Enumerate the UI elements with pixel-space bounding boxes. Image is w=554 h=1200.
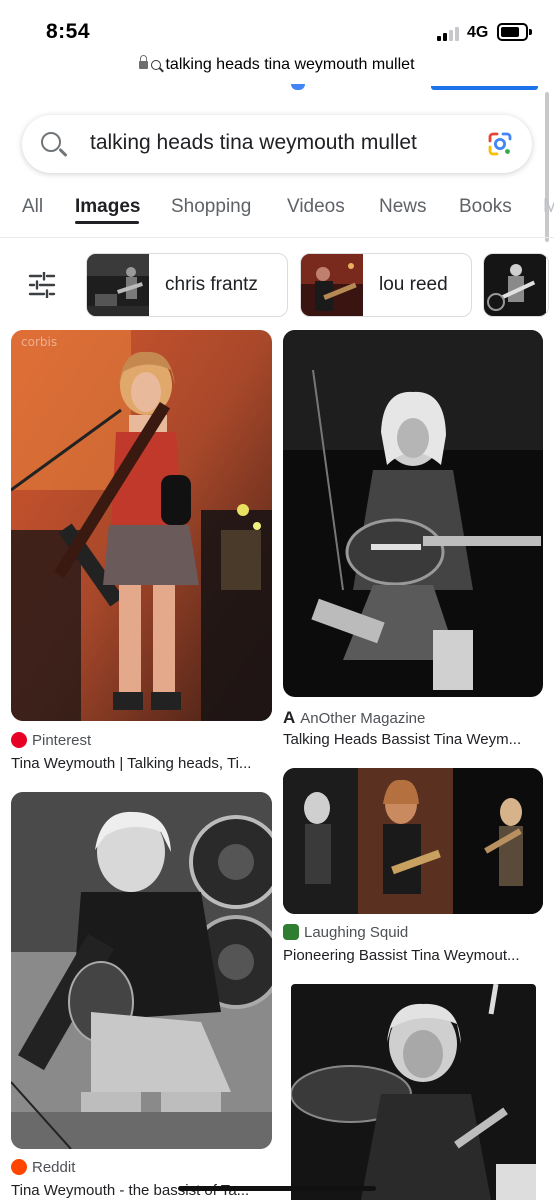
- search-box[interactable]: talking heads tina weymouth mullet: [22, 115, 532, 173]
- reddit-icon: [11, 1159, 27, 1175]
- search-input[interactable]: talking heads tina weymouth mullet: [90, 131, 417, 155]
- lock-icon: [139, 55, 149, 69]
- chip-label: chris frantz: [165, 274, 258, 295]
- browser-url-bar[interactable]: talking heads tina weymouth mullet: [0, 55, 554, 86]
- tab-videos[interactable]: Videos: [287, 196, 345, 218]
- result-photo: corbis: [11, 330, 272, 721]
- result-title-4[interactable]: Pioneering Bassist Tina Weymout...: [283, 947, 535, 964]
- laughing-squid-icon: [283, 924, 299, 940]
- search-small-icon: [151, 60, 162, 70]
- chip-lou-reed[interactable]: lou reed: [300, 253, 472, 317]
- home-indicator[interactable]: [178, 1186, 376, 1191]
- chip-label: lou reed: [379, 274, 448, 295]
- search-tabs: All Images Shopping Videos News Books M: [0, 186, 554, 238]
- result-title-1[interactable]: Tina Weymouth | Talking heads, Ti...: [11, 755, 263, 772]
- result-source-1[interactable]: Pinterest: [11, 732, 91, 749]
- source-label: AnOther Magazine: [300, 710, 426, 727]
- chip-chris-frantz[interactable]: chris frantz: [86, 253, 288, 317]
- result-image-2[interactable]: [283, 330, 543, 697]
- tab-shopping[interactable]: Shopping: [171, 196, 251, 218]
- search-icon[interactable]: [41, 132, 61, 152]
- tab-news[interactable]: News: [379, 196, 427, 218]
- result-title-2[interactable]: Talking Heads Bassist Tina Weym...: [283, 731, 535, 748]
- chip-thumbnail: [484, 254, 546, 316]
- chip-partial[interactable]: [483, 253, 549, 317]
- tab-books[interactable]: Books: [459, 196, 512, 218]
- result-source-2[interactable]: A AnOther Magazine: [283, 708, 425, 728]
- result-photo: [283, 768, 543, 914]
- google-lens-icon[interactable]: [487, 131, 513, 157]
- network-type: 4G: [467, 24, 489, 41]
- pinterest-icon: [11, 732, 27, 748]
- result-photo: [11, 792, 272, 1149]
- chip-thumbnail: [301, 254, 363, 316]
- source-label: Reddit: [32, 1159, 76, 1176]
- result-image-4[interactable]: [283, 768, 543, 914]
- source-label: Pinterest: [32, 732, 92, 749]
- status-bar: 8:54 4G: [0, 0, 554, 56]
- battery-icon: [497, 23, 532, 41]
- status-time: 8:54: [46, 20, 91, 43]
- result-image-5[interactable]: [291, 984, 536, 1200]
- chip-thumbnail: [87, 254, 149, 316]
- active-tab-indicator: [75, 221, 139, 224]
- tab-overflow-partial[interactable]: M: [543, 196, 554, 218]
- another-magazine-icon: A: [283, 708, 296, 727]
- tune-filter-icon[interactable]: [28, 272, 56, 298]
- result-photo: [283, 330, 543, 697]
- partial-avatar: [291, 84, 305, 90]
- tab-all[interactable]: All: [22, 196, 43, 218]
- watermark-text: corbis: [21, 335, 57, 349]
- partial-button: [431, 86, 538, 90]
- result-image-1[interactable]: corbis: [11, 330, 272, 721]
- result-source-4[interactable]: Laughing Squid: [283, 924, 408, 941]
- result-photo: [291, 984, 536, 1200]
- tab-images[interactable]: Images: [75, 196, 140, 218]
- url-text: talking heads tina weymouth mullet: [165, 56, 415, 73]
- cellular-signal-icon: [437, 25, 463, 41]
- result-source-3[interactable]: Reddit: [11, 1159, 75, 1176]
- source-label: Laughing Squid: [304, 924, 409, 941]
- result-image-3[interactable]: [11, 792, 272, 1149]
